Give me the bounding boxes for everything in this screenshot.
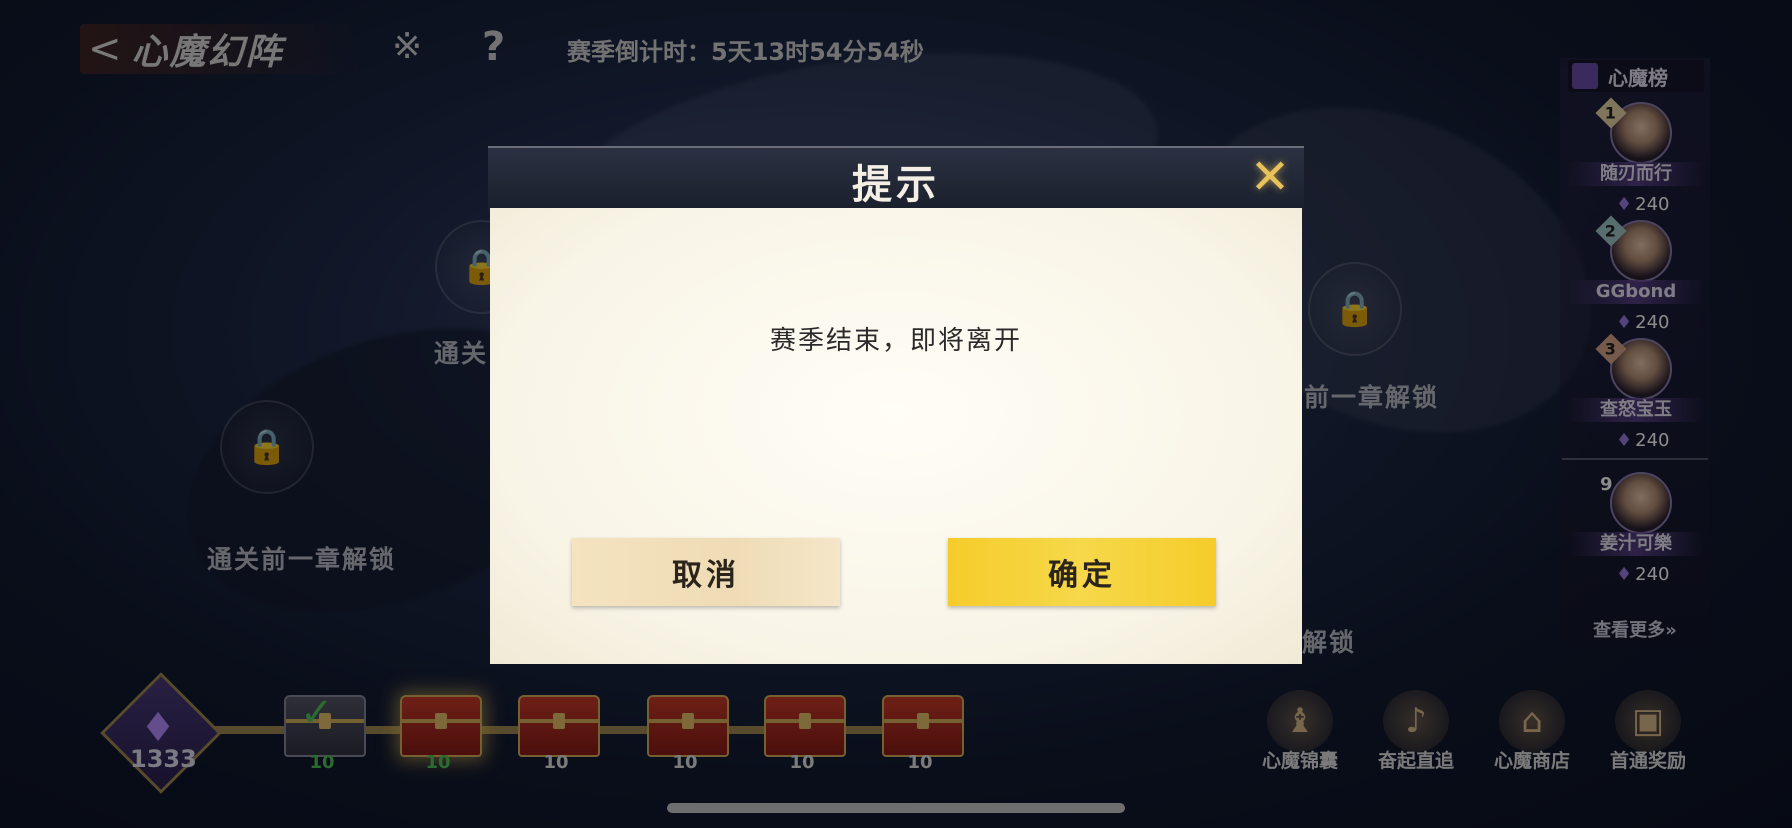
prompt-dialog: 提示 ✕ 赛季结束，即将离开 取消 确定 [488,146,1304,666]
confirm-button[interactable]: 确定 [948,538,1216,606]
close-icon[interactable]: ✕ [1245,149,1295,205]
dialog-body: 赛季结束，即将离开 取消 确定 [490,208,1302,664]
dialog-header: 提示 ✕ [488,146,1304,212]
cancel-button[interactable]: 取消 [572,538,840,606]
dialog-message: 赛季结束，即将离开 [769,326,1022,356]
dialog-title: 提示 [852,161,940,208]
